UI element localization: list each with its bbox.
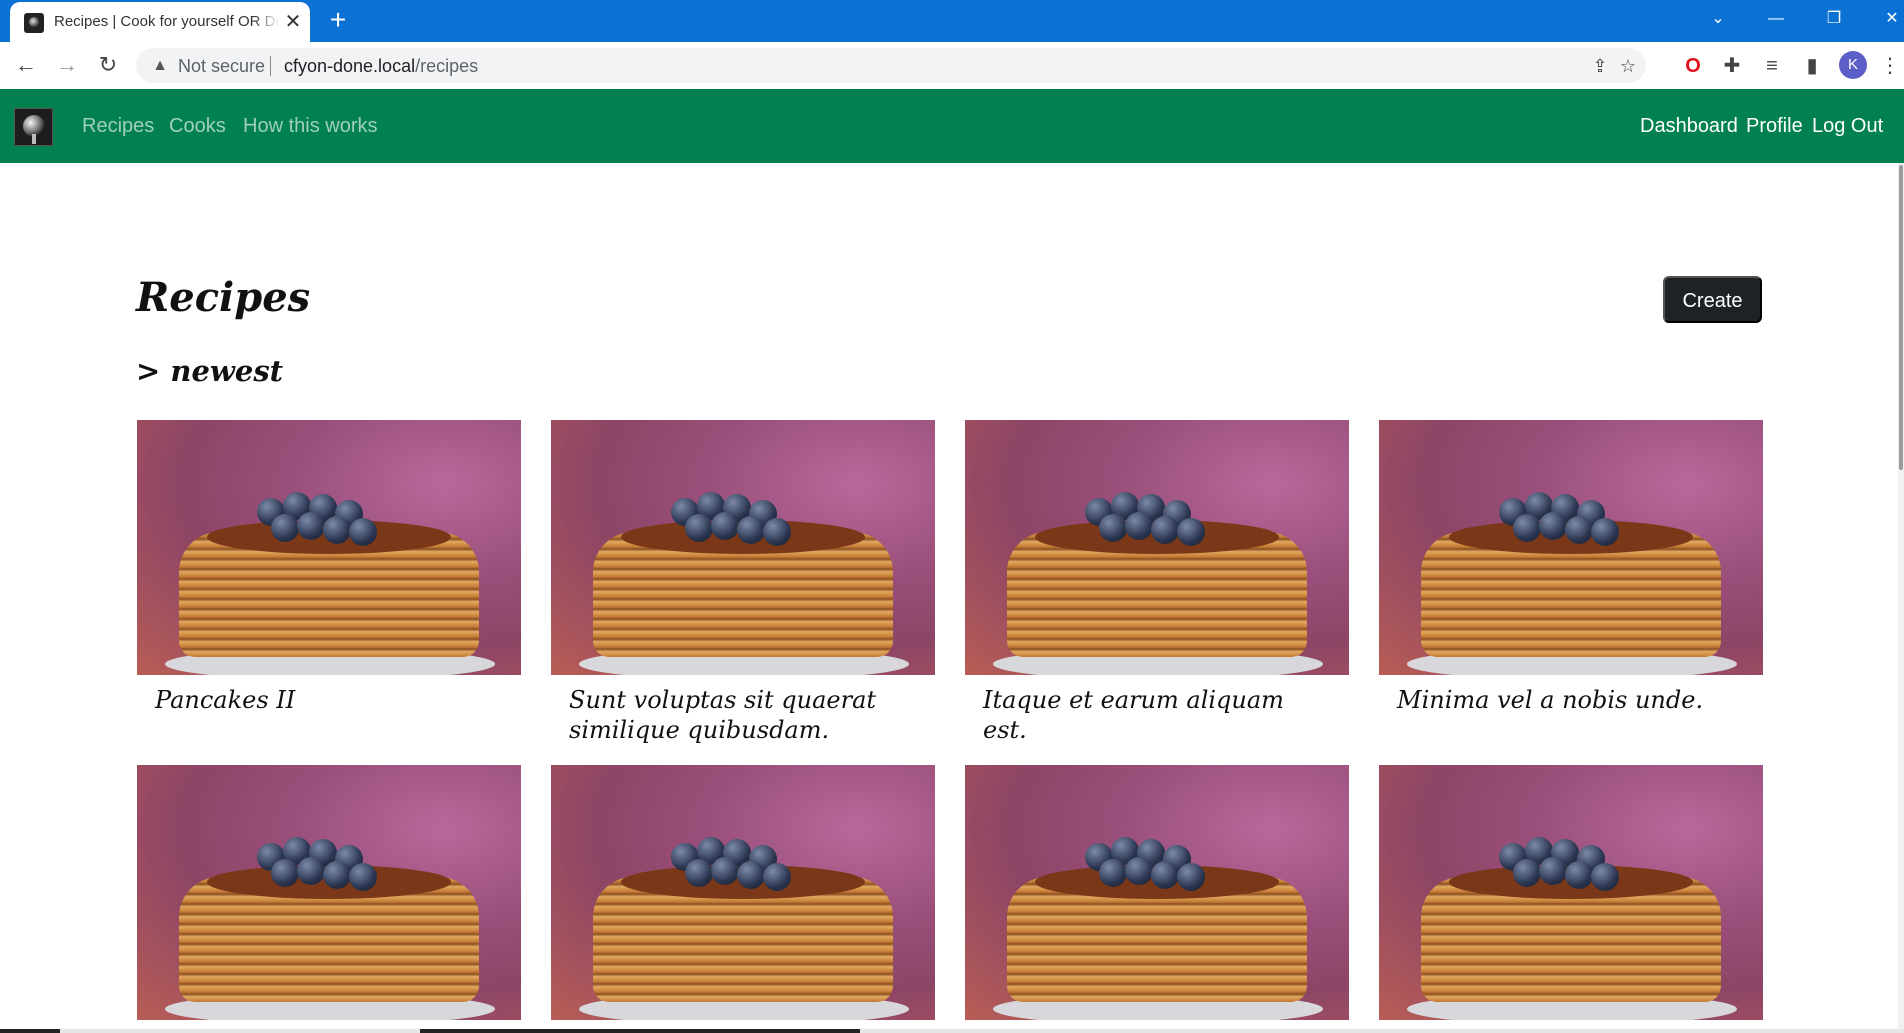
recipe-title[interactable]: Pancakes II xyxy=(155,685,505,715)
profile-avatar[interactable]: K xyxy=(1839,51,1867,79)
security-label[interactable]: Not secure xyxy=(178,56,265,77)
favicon-icon xyxy=(24,13,44,33)
recipe-title[interactable]: Minima vel a nobis unde. xyxy=(1397,685,1747,715)
tab-strip: Recipes | Cook for yourself OR Done ✕ + … xyxy=(0,0,1904,42)
recipe-image[interactable] xyxy=(551,765,935,1020)
recipe-image[interactable] xyxy=(551,420,935,675)
scrollbar-thumb[interactable] xyxy=(1899,165,1903,470)
recipe-image[interactable] xyxy=(137,765,521,1020)
menu-icon[interactable]: ⋮ xyxy=(1876,52,1904,80)
recipe-image[interactable] xyxy=(1379,765,1763,1020)
tab-title: Recipes | Cook for yourself OR Done xyxy=(54,13,280,30)
recipe-image[interactable] xyxy=(137,420,521,675)
sort-subtitle: > newest xyxy=(136,354,284,388)
share-icon[interactable]: ⇪ xyxy=(1588,54,1612,78)
warning-icon[interactable]: ▲ xyxy=(150,56,170,76)
recipe-image[interactable] xyxy=(1379,420,1763,675)
forward-icon[interactable]: → xyxy=(53,52,81,80)
side-panel-icon[interactable]: ▮ xyxy=(1798,52,1826,80)
close-tab-icon[interactable]: ✕ xyxy=(282,11,304,33)
star-icon[interactable]: ☆ xyxy=(1616,54,1640,78)
back-icon[interactable]: ← xyxy=(12,52,40,80)
recipe-title[interactable]: Sunt voluptas sit quaerat similique quib… xyxy=(569,685,919,745)
reload-icon[interactable]: ↻ xyxy=(94,52,122,80)
recipe-image[interactable] xyxy=(965,765,1349,1020)
close-window-icon[interactable]: ✕ xyxy=(1862,0,1904,40)
divider xyxy=(270,56,271,76)
bottom-edge xyxy=(0,1029,1904,1033)
url-text[interactable]: cfyon-done.local/recipes xyxy=(284,56,478,77)
url-path: /recipes xyxy=(415,56,479,76)
site-navbar: Recipes Cooks How this works Dashboard P… xyxy=(0,89,1904,163)
nav-link-log-out[interactable]: Log Out xyxy=(1812,115,1883,138)
opera-icon[interactable]: O xyxy=(1679,52,1707,80)
url-host: cfyon-done.local xyxy=(284,56,416,76)
browser-toolbar: ← → ↻ ▲ Not secure cfyon-done.local/reci… xyxy=(0,42,1904,89)
browser-window: Recipes | Cook for yourself OR Done ✕ + … xyxy=(0,0,1904,1033)
minimize-icon[interactable]: — xyxy=(1746,0,1806,40)
nav-link-dashboard[interactable]: Dashboard xyxy=(1640,115,1738,138)
address-bar[interactable]: ▲ Not secure cfyon-done.local/recipes ⇪ … xyxy=(136,48,1646,83)
reading-list-icon[interactable]: ≡ xyxy=(1758,52,1786,80)
page-title: Recipes xyxy=(136,274,311,321)
browser-tab[interactable]: Recipes | Cook for yourself OR Done ✕ xyxy=(10,2,310,42)
nav-link-recipes[interactable]: Recipes xyxy=(82,115,154,138)
nav-link-how-this-works[interactable]: How this works xyxy=(243,115,377,138)
new-tab-button[interactable]: + xyxy=(323,5,353,35)
restore-icon[interactable]: ❐ xyxy=(1804,0,1864,40)
create-button[interactable]: Create xyxy=(1663,276,1762,323)
recipe-title[interactable]: Itaque et earum aliquam est. xyxy=(983,685,1333,745)
brand-logo[interactable] xyxy=(14,108,53,146)
tab-search-icon[interactable]: ⌄ xyxy=(1688,0,1748,40)
nav-link-cooks[interactable]: Cooks xyxy=(169,115,226,138)
recipe-image[interactable] xyxy=(965,420,1349,675)
extensions-icon[interactable]: ✚ xyxy=(1718,52,1746,80)
nav-link-profile[interactable]: Profile xyxy=(1746,115,1803,138)
